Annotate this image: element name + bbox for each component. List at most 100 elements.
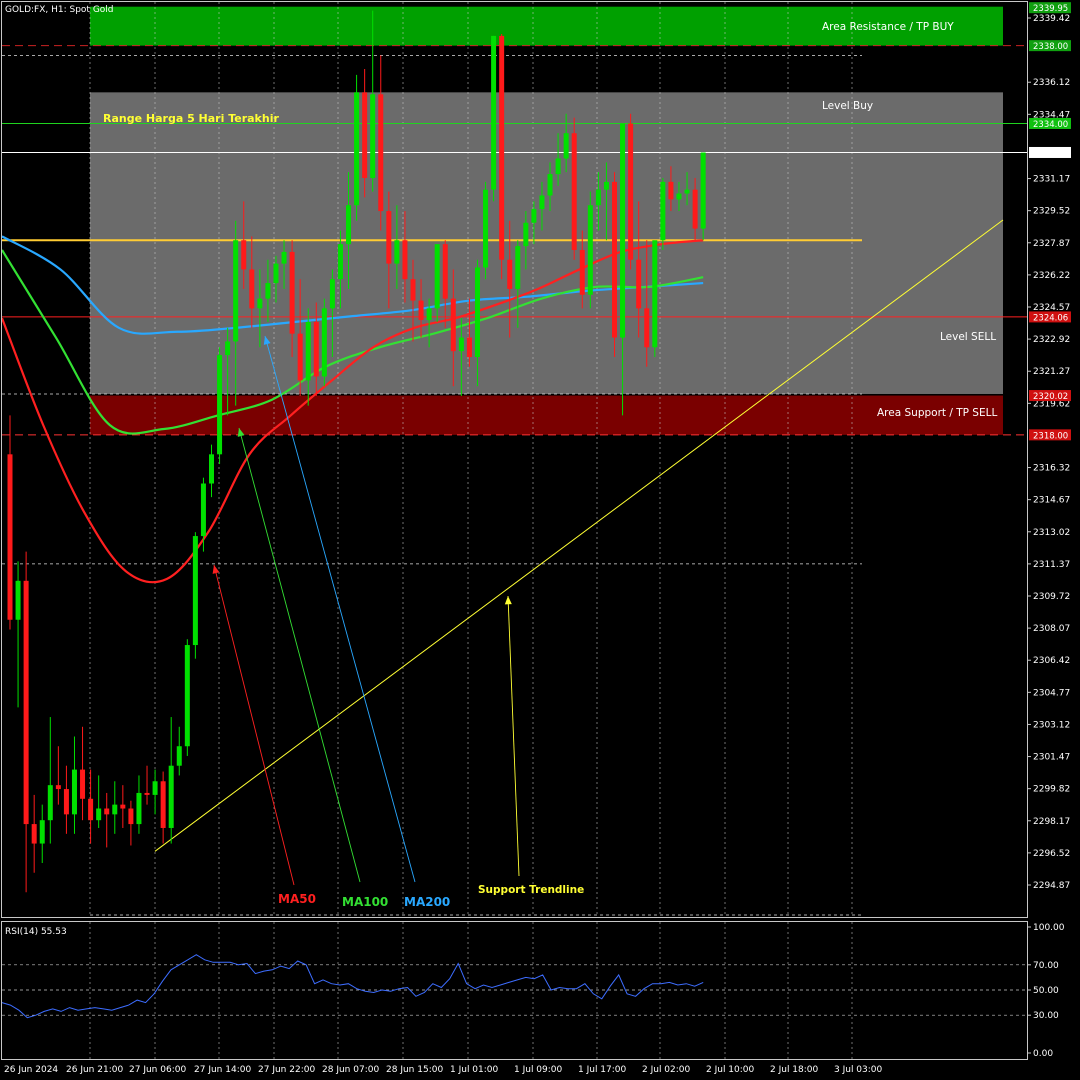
candle-bull — [523, 222, 529, 247]
x-tick-label: 2 Jul 02:00 — [642, 1065, 691, 1075]
rsi-tick-label: 30.00 — [1033, 1011, 1059, 1021]
level-buy-label: Level Buy — [822, 100, 873, 112]
candle-bull — [233, 240, 239, 342]
candle-bear — [571, 133, 577, 250]
candle-bear — [636, 259, 642, 309]
y-tick-label: 2308.07 — [1033, 624, 1070, 634]
candle-bull — [184, 645, 190, 747]
candle-bear — [628, 123, 634, 260]
candle-bull — [71, 769, 77, 815]
candle-bear — [160, 781, 166, 828]
y-tick-label: 2299.82 — [1033, 785, 1070, 795]
y-tick-label: 2296.52 — [1033, 849, 1070, 859]
candle-bear — [31, 824, 37, 844]
candle-bull — [273, 263, 279, 284]
candle-bear — [249, 269, 255, 309]
candle-bull — [434, 244, 440, 309]
candle-bull — [209, 454, 214, 484]
candle-bull — [491, 35, 497, 190]
tag-buy: 2334.00 — [1033, 120, 1068, 130]
x-tick-label: 1 Jul 09:00 — [514, 1065, 563, 1075]
candle-bull — [265, 283, 271, 299]
candle-bull — [225, 341, 231, 356]
candle-bull — [329, 279, 335, 309]
candle-bear — [241, 240, 247, 270]
candle-bull — [660, 181, 666, 241]
candle-bear — [442, 244, 448, 299]
candle-bull — [587, 205, 593, 295]
rsi-tick-label: 50.00 — [1033, 986, 1059, 996]
candle-bull — [200, 483, 206, 537]
candle-bear — [313, 321, 319, 377]
trendline-label: Support Trendline — [478, 884, 584, 896]
candle-bear — [80, 769, 86, 799]
resistance-label: Area Resistance / TP BUY — [822, 21, 954, 33]
x-tick-label: 2 Jul 10:00 — [706, 1065, 755, 1075]
rsi-label: RSI(14) 55.53 — [5, 927, 67, 937]
candle-bear — [120, 804, 126, 809]
rsi-tick-label: 0.00 — [1033, 1049, 1053, 1059]
candle-bear — [418, 300, 424, 321]
candle-bear — [23, 580, 29, 825]
chart-header: GOLD:FX, H1: Spot Gold — [5, 5, 114, 15]
y-tick-label: 2321.27 — [1033, 367, 1070, 377]
candle-bull — [483, 189, 489, 268]
y-tick-label: 2306.42 — [1033, 656, 1070, 666]
candle-bull — [346, 205, 352, 245]
candle-bull — [684, 189, 690, 194]
candle-bear — [63, 789, 69, 815]
tag-support-top: 2320.02 — [1033, 392, 1068, 402]
x-tick-label: 28 Jun 07:00 — [322, 1065, 379, 1075]
y-tick-label: 2313.02 — [1033, 528, 1070, 538]
ma50-label: MA50 — [278, 892, 316, 906]
ma200-label: MA200 — [404, 895, 450, 909]
candle-bear — [644, 308, 650, 348]
candle-bear — [466, 337, 472, 358]
candle-bull — [168, 765, 174, 828]
x-tick-label: 28 Jun 15:00 — [386, 1065, 443, 1075]
candle-bull — [539, 195, 545, 210]
candle-bull — [563, 133, 569, 159]
y-tick-label: 2336.12 — [1033, 78, 1070, 88]
candle-bear — [692, 189, 698, 229]
candle-bull — [547, 174, 553, 196]
support-zone — [90, 395, 1003, 435]
candle-bear — [612, 181, 617, 338]
x-tick-label: 26 Jun 21:00 — [66, 1065, 123, 1075]
candle-bull — [321, 308, 327, 377]
rsi-tick-label: 70.00 — [1033, 961, 1059, 971]
candle-bear — [289, 251, 295, 334]
candle-bull — [136, 792, 142, 825]
price-chart[interactable]: 2339.422336.122334.472331.172329.522327.… — [0, 0, 1080, 1080]
candle-bull — [354, 92, 360, 206]
candle-bull — [620, 123, 626, 338]
candle-bear — [55, 785, 61, 790]
x-tick-label: 27 Jun 06:00 — [129, 1065, 186, 1075]
level-sell-label: Level SELL — [940, 331, 996, 343]
candle-bear — [7, 454, 13, 620]
candle-bear — [507, 259, 513, 289]
x-tick-label: 3 Jul 03:00 — [834, 1065, 883, 1075]
candle-bull — [531, 209, 537, 223]
support-label: Area Support / TP SELL — [877, 407, 997, 419]
y-tick-label: 2304.77 — [1033, 688, 1070, 698]
candle-bull — [152, 781, 158, 795]
tag-current: 2332.51 — [1033, 149, 1068, 159]
candle-bull — [474, 267, 480, 358]
candle-bull — [281, 251, 287, 264]
tag-support-bottom: 2318.00 — [1033, 431, 1068, 441]
candle-bull — [603, 181, 609, 190]
y-tick-label: 2327.87 — [1033, 239, 1070, 249]
x-tick-label: 27 Jun 22:00 — [258, 1065, 315, 1075]
y-tick-label: 2301.47 — [1033, 753, 1070, 763]
candle-bear — [88, 798, 94, 821]
candle-bear — [362, 92, 368, 178]
candle-bear — [378, 94, 384, 212]
y-tick-label: 2339.42 — [1033, 14, 1070, 24]
x-tick-label: 27 Jun 14:00 — [194, 1065, 251, 1075]
candle-bull — [595, 189, 601, 206]
x-tick-label: 1 Jul 17:00 — [578, 1065, 627, 1075]
candle-bull — [39, 820, 45, 844]
candle-bull — [257, 298, 263, 309]
candle-bull — [96, 808, 102, 821]
